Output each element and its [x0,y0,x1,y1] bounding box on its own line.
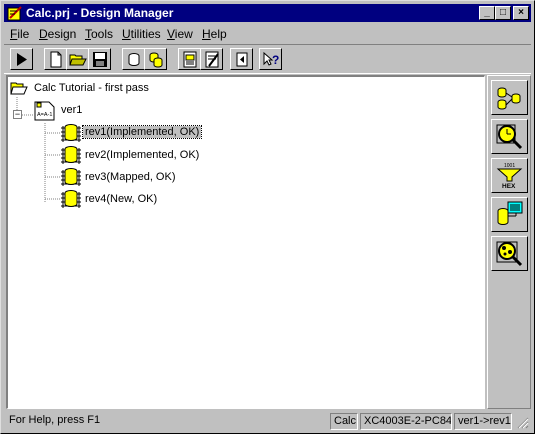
menu-help[interactable]: Help [202,27,227,41]
epic-design-editor-icon [496,241,523,267]
revision-chip-icon [61,190,81,208]
menu-view[interactable]: View [167,27,193,41]
chip-single-button[interactable] [122,48,145,70]
open-folder-icon [69,54,87,66]
revision-node-rev3[interactable]: rev3(Mapped, OK) [85,171,175,183]
project-folder-icon [10,82,28,95]
project-tree[interactable]: Calc Tutorial - first pass − A=A-1 ver1 … [6,75,485,409]
maximize-button[interactable]: □ [495,6,511,20]
hardware-debugger-button[interactable] [491,197,528,232]
revision-node-rev4[interactable]: rev4(New, OK) [85,193,157,205]
menu-utilities[interactable]: Utilities [122,27,161,41]
status-help-text: For Help, press F1 [9,414,101,426]
revision-node-rev1[interactable]: rev1(Implemented, OK) [81,125,203,139]
run-button[interactable] [10,48,33,70]
svg-text:1001: 1001 [504,163,515,169]
resize-grip-icon[interactable] [516,416,529,429]
version-icon: A=A-1 [34,101,55,121]
window-title: Calc.prj - Design Manager [26,6,174,20]
menu-file[interactable]: File [10,27,29,41]
svg-text:HEX: HEX [502,183,516,190]
collapse-toggle[interactable]: − [13,110,22,119]
new-file-icon [50,51,62,68]
context-help-icon: ? [263,51,279,67]
close-button[interactable]: × [513,6,529,20]
edit-report-icon [205,51,219,68]
hardware-debugger-icon [497,201,523,225]
new-file-button[interactable] [44,48,67,70]
prom-file-formatter-icon: 1001 HEX [496,163,523,190]
chip-multiple-icon [149,52,163,68]
open-folder-button[interactable] [66,48,89,70]
run-icon [17,53,27,66]
status-project: Calc [330,413,358,430]
edit-report-button[interactable] [200,48,223,70]
toolbar: ? [4,44,531,74]
epic-design-editor-button[interactable] [491,236,528,271]
tools-sidebar: 1001 HEX [487,75,531,409]
back-icon [236,52,248,67]
status-device: XC4003E-2-PC84 [360,413,452,430]
minimize-button[interactable]: _ [479,6,495,20]
project-node-label[interactable]: Calc Tutorial - first pass [34,82,149,94]
revision-chip-icon [61,146,81,164]
revision-chip-icon [61,124,81,142]
design-manager-window: Calc.prj - Design Manager _ □ × File Des… [0,0,535,434]
menu-design[interactable]: Design [39,27,76,41]
svg-text:?: ? [272,53,279,67]
title-bar[interactable]: Calc.prj - Design Manager _ □ × [4,4,531,22]
timing-analyzer-button[interactable] [491,119,528,154]
menu-tools[interactable]: Tools [85,27,113,41]
context-help-button[interactable]: ? [259,48,282,70]
status-bar: For Help, press F1 Calc XC4003E-2-PC84 v… [4,412,531,431]
report-icon [183,51,197,68]
chip-multiple-button[interactable] [144,48,167,70]
back-button[interactable] [230,48,253,70]
flow-engine-button[interactable] [491,80,528,115]
menu-bar: File Design Tools Utilities View Help [4,24,531,43]
svg-text:A=A-1: A=A-1 [37,112,52,118]
revision-node-rev2[interactable]: rev2(Implemented, OK) [85,149,199,161]
save-button[interactable] [88,48,111,70]
chip-single-icon [128,53,140,66]
prom-file-formatter-button[interactable]: 1001 HEX [491,158,528,193]
version-node-label[interactable]: ver1 [61,104,82,116]
save-icon [93,52,107,67]
timing-analyzer-icon [496,124,523,150]
status-revision: ver1->rev1 [454,413,512,430]
app-icon [7,6,22,21]
revision-chip-icon [61,168,81,186]
flow-engine-icon [497,87,521,110]
report-button[interactable] [178,48,201,70]
